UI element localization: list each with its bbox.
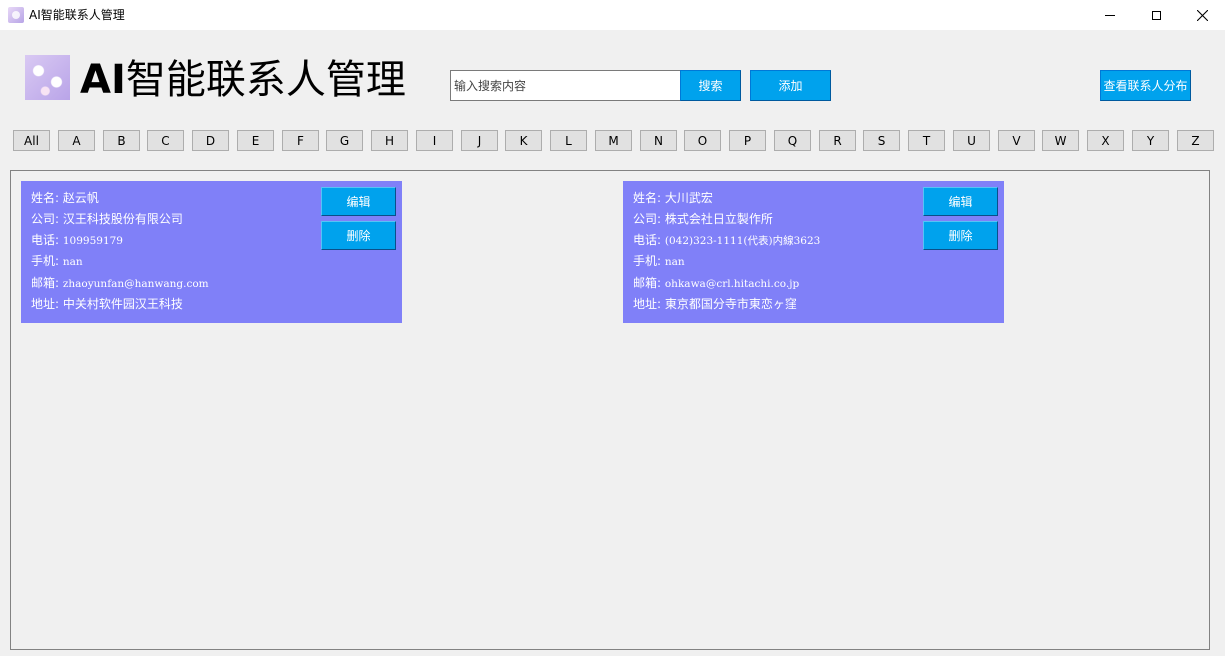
letter-button-b[interactable]: B xyxy=(103,130,140,151)
maximize-button[interactable] xyxy=(1133,0,1179,30)
page-title-ai: AI xyxy=(80,57,126,103)
contact-mobile: nan xyxy=(664,256,685,268)
letter-button-v[interactable]: V xyxy=(998,130,1035,151)
letter-button-q[interactable]: Q xyxy=(774,130,811,151)
contact-address: 地址: 中关村软件园汉王科技 xyxy=(31,297,183,311)
title-bar: AI智能联系人管理 xyxy=(0,0,1225,30)
delete-button[interactable]: 删除 xyxy=(321,221,396,250)
letter-button-k[interactable]: K xyxy=(505,130,542,151)
contact-email: zhaoyunfan@hanwang.com xyxy=(62,278,209,290)
maximize-icon xyxy=(1151,10,1161,20)
minimize-button[interactable] xyxy=(1087,0,1133,30)
contact-phone: (042)323-1111(代表)内線3623 xyxy=(664,235,821,247)
letter-button-o[interactable]: O xyxy=(684,130,721,151)
contact-email-label: 邮箱: xyxy=(31,276,63,290)
letter-button-m[interactable]: M xyxy=(595,130,632,151)
letter-button-l[interactable]: L xyxy=(550,130,587,151)
app-icon xyxy=(8,7,24,23)
logo-image xyxy=(25,55,70,100)
letter-button-w[interactable]: W xyxy=(1042,130,1079,151)
contact-mobile: nan xyxy=(62,256,83,268)
letter-button-y[interactable]: Y xyxy=(1132,130,1169,151)
edit-button[interactable]: 编辑 xyxy=(321,187,396,216)
search-button[interactable]: 搜索 xyxy=(680,70,741,101)
close-icon xyxy=(1196,9,1208,21)
letter-button-j[interactable]: J xyxy=(461,130,498,151)
letter-button-a[interactable]: A xyxy=(58,130,95,151)
contact-company: 公司: 汉王科技股份有限公司 xyxy=(31,212,183,226)
letter-button-u[interactable]: U xyxy=(953,130,990,151)
letter-button-r[interactable]: R xyxy=(819,130,856,151)
contact-address: 地址: 東京都国分寺市東恋ヶ窪 xyxy=(633,297,797,311)
letter-button-f[interactable]: F xyxy=(282,130,319,151)
edit-button[interactable]: 编辑 xyxy=(923,187,998,216)
letter-button-z[interactable]: Z xyxy=(1177,130,1214,151)
delete-button[interactable]: 删除 xyxy=(923,221,998,250)
letter-button-i[interactable]: I xyxy=(416,130,453,151)
page-title: AI智能联系人管理 xyxy=(80,56,406,104)
contact-mobile-label: 手机: xyxy=(31,254,63,268)
contact-card: 姓名: 赵云帆 公司: 汉王科技股份有限公司 电话: 109959179 手机:… xyxy=(21,181,402,323)
contact-phone: 109959179 xyxy=(62,235,123,247)
contacts-panel: 姓名: 赵云帆 公司: 汉王科技股份有限公司 电话: 109959179 手机:… xyxy=(10,170,1210,650)
letter-button-all[interactable]: All xyxy=(13,130,50,151)
contact-phone-label: 电话: xyxy=(31,233,63,247)
page-title-rest: 智能联系人管理 xyxy=(125,57,406,103)
letter-button-t[interactable]: T xyxy=(908,130,945,151)
contact-card: 姓名: 大川武宏 公司: 株式会社日立製作所 电话: (042)323-1111… xyxy=(623,181,1004,323)
view-distribution-button[interactable]: 查看联系人分布 xyxy=(1100,70,1191,101)
minimize-icon xyxy=(1105,14,1115,16)
contact-email-label: 邮箱: xyxy=(633,276,665,290)
contact-company: 公司: 株式会社日立製作所 xyxy=(633,212,773,226)
letter-button-n[interactable]: N xyxy=(640,130,677,151)
contact-name: 姓名: 赵云帆 xyxy=(31,191,99,205)
letter-button-s[interactable]: S xyxy=(863,130,900,151)
contact-name: 姓名: 大川武宏 xyxy=(633,191,713,205)
letter-button-g[interactable]: G xyxy=(326,130,363,151)
letter-button-c[interactable]: C xyxy=(147,130,184,151)
contact-phone-label: 电话: xyxy=(633,233,665,247)
letter-button-h[interactable]: H xyxy=(371,130,408,151)
letter-button-p[interactable]: P xyxy=(729,130,766,151)
letter-button-e[interactable]: E xyxy=(237,130,274,151)
contact-mobile-label: 手机: xyxy=(633,254,665,268)
close-button[interactable] xyxy=(1179,0,1225,30)
search-input[interactable] xyxy=(450,70,681,101)
contact-email: ohkawa@crl.hitachi.co.jp xyxy=(664,278,800,290)
window-title: AI智能联系人管理 xyxy=(29,8,125,22)
letter-button-x[interactable]: X xyxy=(1087,130,1124,151)
letter-button-d[interactable]: D xyxy=(192,130,229,151)
add-button[interactable]: 添加 xyxy=(750,70,831,101)
